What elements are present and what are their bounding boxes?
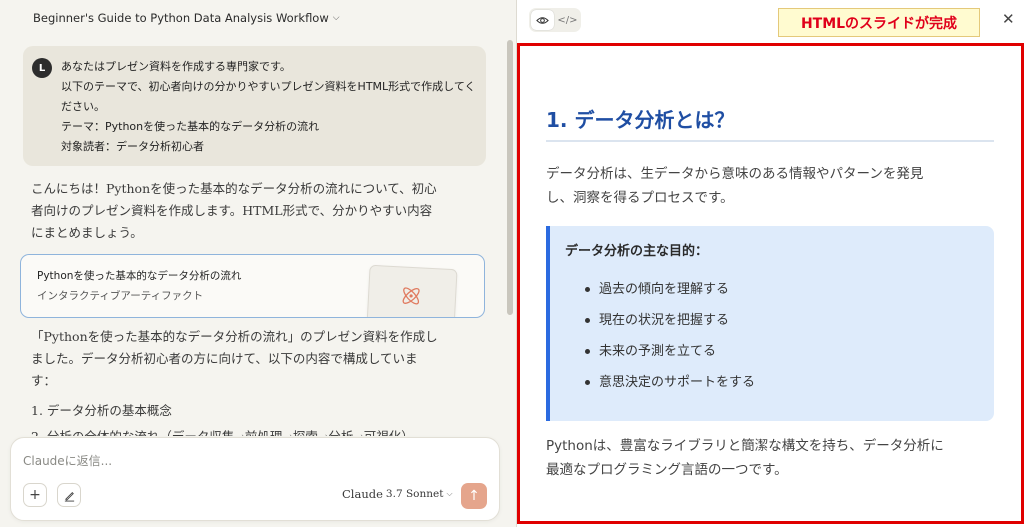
artifact-subtitle: インタラクティブアーティファクト [37, 290, 204, 302]
artifact-toolbar: </> HTMLのスライドが完成 ✕ [517, 0, 1024, 40]
list-item: 1. データ分析の基本概念 [31, 403, 172, 418]
add-attachment-button[interactable]: + [23, 483, 47, 507]
reply-input[interactable]: Claudeに返信... [23, 452, 112, 469]
reply-composer[interactable]: Claudeに返信... + Claude 3.7 Sonnet ⌵ ↑ [10, 437, 500, 521]
preview-tab[interactable] [531, 10, 554, 30]
slide-closing: Pythonは、豊富なライブラリと簡潔な構文を持ち、データ分析に 最適なプログラ… [546, 434, 944, 482]
slide-title: 1. データ分析とは？ [546, 108, 735, 132]
assistant-line: にまとめましょう。 [31, 225, 143, 240]
assistant-followup: 「Pythonを使った基本的なデータ分析の流れ」のプレゼン資料を作成し ました。… [31, 326, 438, 392]
slide-line: 最適なプログラミング言語の一つです。 [546, 462, 788, 478]
annotation-label: HTMLのスライドが完成 [778, 8, 980, 37]
chat-pane: Beginner's Guide to Python Data Analysis… [0, 0, 516, 527]
chat-scrollbar[interactable] [507, 40, 513, 315]
conversation-title: Beginner's Guide to Python Data Analysis… [33, 11, 329, 25]
conversation-title-dropdown[interactable]: Beginner's Guide to Python Data Analysis… [33, 11, 340, 25]
user-message-line: テーマ：Pythonを使った基本的なデータ分析の流れ [61, 120, 320, 133]
model-selector[interactable]: Claude 3.7 Sonnet ⌵ [342, 487, 453, 501]
user-message-line: あなたはプレゼン資料を作成する専門家です。 [61, 60, 291, 73]
arrow-up-icon: ↑ [468, 488, 480, 504]
slide-line: し、洞察を得るプロセスです。 [546, 190, 734, 206]
pen-icon [64, 491, 74, 502]
assistant-line: 「Pythonを使った基本的なデータ分析の流れ」のプレゼン資料を作成し [31, 329, 438, 344]
artifact-pane: </> HTMLのスライドが完成 ✕ 1. データ分析とは？ データ分析は、生デ… [516, 0, 1024, 527]
slide-line: データ分析は、生データから意味のある情報やパターンを発見 [546, 166, 924, 182]
view-toggle[interactable]: </> [529, 8, 581, 32]
close-icon: ✕ [1002, 10, 1015, 28]
artifact-thumbnail [366, 264, 458, 317]
eye-icon [536, 16, 549, 24]
model-name: Claude [342, 487, 383, 501]
model-version: 3.7 Sonnet [385, 488, 444, 500]
goals-callout: データ分析の主な目的： 過去の傾向を理解する 現在の状況を把握する 未来の予測を… [546, 226, 994, 421]
list-item: 過去の傾向を理解する [585, 274, 755, 305]
list-item: 未来の予測を立てる [585, 336, 755, 367]
divider [546, 140, 994, 142]
code-tab[interactable]: </> [556, 10, 579, 30]
user-message: L あなたはプレゼン資料を作成する専門家です。 以下のテーマで、初心者向けの分か… [23, 46, 486, 166]
user-message-line: 対象読者：データ分析初心者 [61, 140, 204, 153]
user-message-line: 以下のテーマで、初心者向けの分かりやすいプレゼン資料をHTML形式で作成してく [61, 80, 476, 93]
assistant-line: 者向けのプレゼン資料を作成します。HTML形式で、分かりやすい内容 [31, 203, 433, 218]
user-message-line: ださい。 [61, 100, 105, 113]
close-button[interactable]: ✕ [1002, 10, 1015, 28]
atom-icon [402, 287, 420, 305]
goals-list: 過去の傾向を理解する 現在の状況を把握する 未来の予測を立てる 意思決定のサポー… [585, 274, 755, 398]
chevron-down-icon: ⌵ [446, 489, 453, 498]
slide-intro: データ分析は、生データから意味のある情報やパターンを発見 し、洞察を得るプロセス… [546, 162, 923, 210]
artifact-title: Pythonを使った基本的なデータ分析の流れ [37, 270, 242, 282]
plus-icon: + [29, 487, 41, 503]
list-item: 現在の状況を把握する [585, 305, 755, 336]
slide-preview: 1. データ分析とは？ データ分析は、生データから意味のある情報やパターンを発見… [517, 43, 1024, 524]
goals-title: データ分析の主な目的： [565, 244, 709, 259]
slide-line: Pythonは、豊富なライブラリと簡潔な構文を持ち、データ分析に [546, 438, 944, 454]
chevron-down-icon: ⌵ [332, 13, 340, 23]
list-item: 2. 分析の全体的な流れ（データ収集→前処理→探索→分析→可視化） [31, 426, 414, 436]
tools-button[interactable] [57, 483, 81, 507]
assistant-line: す： [31, 373, 57, 388]
assistant-line: こんにちは！Pythonを使った基本的なデータ分析の流れについて、初心 [31, 181, 437, 196]
assistant-intro: こんにちは！Pythonを使った基本的なデータ分析の流れについて、初心 者向けの… [31, 178, 437, 244]
app-window: Beginner's Guide to Python Data Analysis… [0, 0, 1024, 527]
list-item: 意思決定のサポートをする [585, 367, 755, 398]
artifact-card[interactable]: Pythonを使った基本的なデータ分析の流れ インタラクティブアーティファクト [20, 254, 485, 318]
avatar: L [32, 58, 52, 78]
send-button[interactable]: ↑ [461, 483, 487, 509]
assistant-line: ました。データ分析初心者の方に向けて、以下の内容で構成していま [31, 351, 418, 366]
code-icon: </> [557, 14, 578, 26]
